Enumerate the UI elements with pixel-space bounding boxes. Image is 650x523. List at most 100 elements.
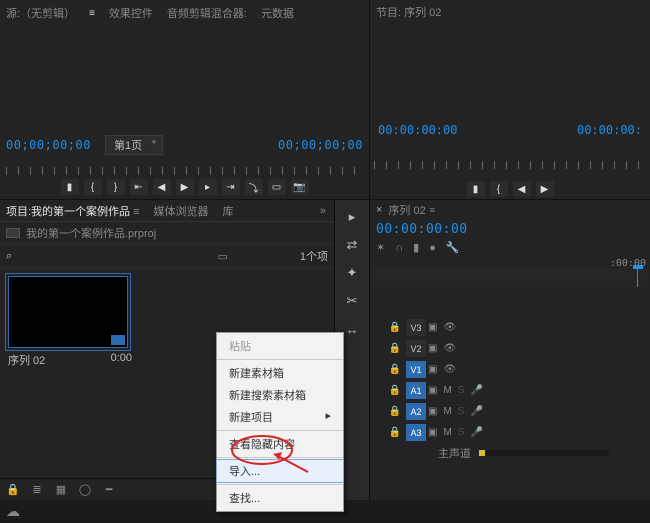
bin-icon[interactable]: ▭	[216, 249, 230, 263]
mic-icon[interactable]: 🎤	[470, 406, 482, 417]
ripple-tool-icon[interactable]: ✦	[342, 264, 362, 282]
linked-selection-icon[interactable]: ∩	[395, 242, 403, 254]
marker-icon[interactable]: ▮	[467, 181, 485, 197]
track-lock-icon[interactable]: 🔒	[389, 406, 401, 417]
mic-icon[interactable]: 🎤	[470, 427, 482, 438]
toggle-eye-icon[interactable]: 👁	[443, 364, 456, 375]
toggle-output-icon[interactable]: ▣	[428, 364, 437, 375]
toggle-output-icon[interactable]: ▣	[428, 343, 437, 354]
slip-tool-icon[interactable]: ↔	[342, 320, 362, 338]
project-tab-media-browser[interactable]: 媒体浏览器	[154, 203, 209, 219]
audio-master-track[interactable]: 主声道	[372, 443, 648, 463]
selection-tool-icon[interactable]: ▸	[342, 208, 362, 226]
source-tab-audio-mixer[interactable]: 音频剪辑混合器:	[167, 5, 247, 21]
freeform-view-icon[interactable]: ◯	[78, 483, 92, 497]
toggle-output-icon[interactable]: ▣	[428, 406, 437, 417]
tab-menu-icon[interactable]: ≡	[430, 205, 435, 215]
menu-item[interactable]: 导入...	[217, 460, 343, 482]
timeline-timecode[interactable]: 00:00:00:00	[376, 220, 644, 241]
program-in-timecode[interactable]: 00:00:00:00	[378, 123, 457, 137]
menu-item[interactable]: 新建项目 ▸	[217, 406, 343, 428]
timeline-ruler[interactable]	[372, 269, 648, 287]
menu-item[interactable]: 查看隐藏内容	[217, 433, 343, 455]
track-lock-icon[interactable]: 🔒	[389, 385, 401, 396]
goto-in-icon[interactable]: ⇤	[130, 179, 148, 195]
step-fwd-icon[interactable]: ▸	[199, 179, 217, 195]
track-tag[interactable]: A3	[406, 424, 426, 441]
creative-cloud-icon[interactable]: ☁	[6, 503, 20, 520]
lock-icon[interactable]: 🔒	[6, 483, 20, 497]
step-back-icon[interactable]: ◀	[153, 179, 171, 195]
project-tab-libraries[interactable]: 库	[223, 203, 234, 219]
audio-track-a3[interactable]: 🔒 A3 ▣MS🎤	[372, 422, 648, 443]
mark-in-icon[interactable]: {	[490, 181, 508, 197]
settings-dot-icon[interactable]: ●	[429, 242, 436, 254]
source-tab-menu-icon[interactable]: ≡	[89, 8, 95, 19]
search-icon[interactable]: ⌕	[6, 250, 12, 263]
mic-icon[interactable]: 🎤	[470, 385, 482, 396]
icon-view-icon[interactable]: ▦	[54, 483, 68, 497]
step-back-icon[interactable]: ◀	[513, 181, 531, 197]
track-tag[interactable]: V2	[406, 340, 426, 357]
audio-track-a1[interactable]: 🔒 A1 ▣MS🎤	[372, 380, 648, 401]
razor-tool-icon[interactable]: ✂	[342, 292, 362, 310]
track-tag[interactable]: A2	[406, 403, 426, 420]
snap-icon[interactable]: ✶	[376, 241, 385, 254]
source-in-timecode[interactable]: 00;00;00;00	[6, 138, 91, 152]
markers-icon[interactable]: ▮	[413, 241, 419, 254]
source-out-timecode[interactable]: 00;00;00;00	[278, 138, 363, 152]
toggle-eye-icon[interactable]: 👁	[443, 343, 456, 354]
source-tab-source[interactable]: 源:（无剪辑）	[6, 5, 75, 21]
track-lock-icon[interactable]: 🔒	[389, 343, 401, 354]
project-tab-active[interactable]: 项目:我的第一个案例作品	[6, 203, 140, 219]
audio-track-a2[interactable]: 🔒 A2 ▣MS🎤	[372, 401, 648, 422]
overwrite-icon[interactable]: ▭	[268, 179, 286, 195]
project-clip-thumbnail[interactable]	[8, 276, 128, 348]
program-out-timecode[interactable]: 00:00:00:	[577, 123, 642, 137]
source-tab-effects[interactable]: 效果控件	[109, 5, 153, 21]
project-file-name: 我的第一个案例作品.prproj	[26, 225, 156, 241]
menu-item[interactable]: 查找...	[217, 487, 343, 509]
play-icon[interactable]: ▶	[176, 179, 194, 195]
export-frame-icon[interactable]: 📷	[291, 179, 309, 195]
video-track-v1[interactable]: 🔒 V1 ▣ 👁	[372, 359, 648, 380]
menu-item[interactable]: 新建素材箱	[217, 362, 343, 384]
goto-out-icon[interactable]: ⇥	[222, 179, 240, 195]
marker-icon[interactable]: ▮	[61, 179, 79, 195]
program-tab[interactable]: 节目: 序列 02	[374, 2, 646, 22]
track-lock-icon[interactable]: 🔒	[389, 322, 401, 333]
source-page-dropdown[interactable]: 第1页	[105, 135, 163, 155]
timeline-sequence-tab[interactable]: 序列 02	[388, 202, 425, 218]
project-clip-name[interactable]: 序列 02	[8, 352, 45, 368]
toggle-output-icon[interactable]: ▣	[428, 427, 437, 438]
program-transport-bar: ▮ { ◀ ▶	[370, 181, 650, 197]
track-lock-icon[interactable]: 🔒	[389, 427, 401, 438]
zoom-slider[interactable]: ━	[102, 483, 116, 497]
source-tab-metadata[interactable]: 元数据	[261, 5, 294, 21]
video-track-v3[interactable]: 🔒 V3 ▣ 👁	[372, 317, 648, 338]
mark-out-icon[interactable]: }	[107, 179, 125, 195]
mark-in-icon[interactable]: {	[84, 179, 102, 195]
toggle-output-icon[interactable]: ▣	[428, 385, 437, 396]
toggle-output-icon[interactable]: ▣	[428, 322, 437, 333]
track-tag[interactable]: V3	[406, 319, 426, 336]
source-monitor-view	[4, 24, 365, 133]
insert-icon[interactable]: ⤵	[245, 179, 263, 195]
toggle-eye-icon[interactable]: 👁	[443, 322, 456, 333]
timeline-playhead[interactable]	[637, 269, 638, 287]
track-tag[interactable]: V1	[406, 361, 426, 378]
wrench-icon[interactable]: 🔧	[446, 241, 460, 254]
video-track-v2[interactable]: 🔒 V2 ▣ 👁	[372, 338, 648, 359]
play-icon[interactable]: ▶	[536, 181, 554, 197]
source-time-ruler[interactable]	[6, 157, 363, 177]
track-lock-icon[interactable]: 🔒	[389, 364, 401, 375]
menu-separator	[217, 359, 343, 360]
program-time-ruler[interactable]	[374, 151, 646, 171]
menu-item[interactable]: 新建搜索素材箱	[217, 384, 343, 406]
project-clip-duration: 0:00	[111, 352, 132, 368]
track-select-tool-icon[interactable]: ⇄	[342, 236, 362, 254]
project-tab-overflow-icon[interactable]: »	[320, 205, 328, 217]
project-context-menu: 粘贴新建素材箱新建搜索素材箱新建项目 ▸查看隐藏内容导入...查找...	[216, 332, 344, 512]
list-view-icon[interactable]: ≣	[30, 483, 44, 497]
track-tag[interactable]: A1	[406, 382, 426, 399]
